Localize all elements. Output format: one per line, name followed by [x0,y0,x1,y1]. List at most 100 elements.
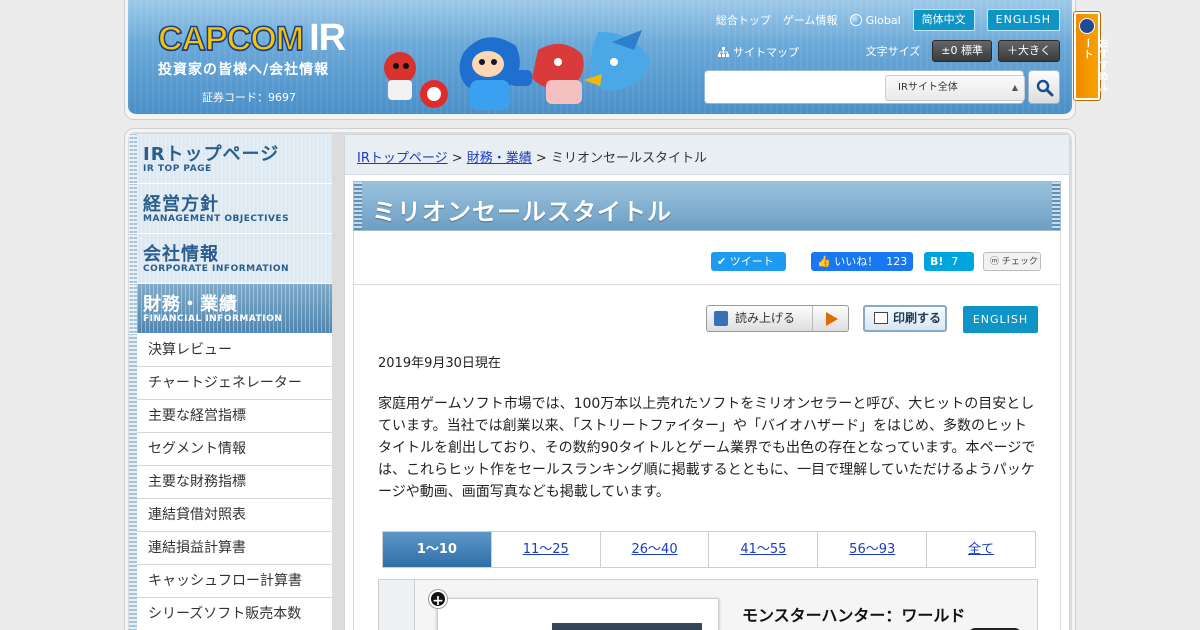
breadcrumb-separator: > [531,151,551,166]
thumbs-up-icon: 👍 [817,255,835,268]
sidebar-item-income-statement[interactable]: 連結損益計算書 [137,532,332,565]
printer-icon [874,312,888,324]
mixi-icon: ⓜ [990,257,1002,267]
breadcrumb-separator: > [447,151,467,166]
search-scope-value: IRサイト全体 [898,82,958,93]
top-navigation: 総合トップ ゲーム情報 Global 简体中文 ENGLISH [716,9,1060,31]
nav-games-link[interactable]: ゲーム情報 [783,12,838,28]
speaker-icon [714,311,728,326]
facebook-like-button[interactable]: 👍 いいね！ 123 [811,252,913,271]
tab-rank-41-55[interactable]: 41～55 [709,532,819,567]
site-header: CAPCOM IR 投資家の皆様へ/会社情報 証券コード：9697 総合トップ ゲ… [128,0,1072,114]
search-button[interactable] [1028,70,1060,104]
capcom-ir-logo[interactable]: CAPCOM IR 投資家の皆様へ/会社情報 証券コード：9697 [157,19,346,105]
sidebar-section-subtitle: IR TOP PAGE [143,164,212,174]
sidebar-item-series-sales[interactable]: シリーズソフト販売本数 [137,598,332,630]
stock-code: 証券コード：9697 [202,91,296,104]
tab-rank-all[interactable]: 全て [927,532,1035,567]
play-icon [812,306,848,331]
tab-rank-11-25[interactable]: 11～25 [491,532,601,567]
expand-plus-icon[interactable]: + [429,590,447,609]
print-button[interactable]: 印刷する [863,305,947,332]
font-size-label: 文字サイズ [865,45,921,58]
tweet-button[interactable]: ✔ ツイート [711,252,786,271]
english-button[interactable]: ENGLISH [986,9,1060,31]
game-title: モンスターハンター：ワールド [742,606,966,625]
recommend-label: おすすめルート [1081,38,1107,93]
font-standard-button[interactable]: ±0 標準 [932,40,992,62]
font-size-controls: 文字サイズ ±0 標準 ＋大きく [866,40,1060,62]
nav-global-label: Global [865,13,901,27]
breadcrumb-bar: IRトップページ > 財務・業績 > ミリオンセールスタイトル [345,135,1069,175]
mixi-label: チェック [1001,257,1038,267]
globe-icon [849,13,862,26]
sidebar-item-financial-indicators[interactable]: 主要な財務指標 [137,466,332,499]
sidebar-item-cash-flow[interactable]: キャッシュフロー計算書 [137,565,332,598]
tab-rank-26-40[interactable]: 26～40 [600,532,710,567]
sidebar-submenu: 決算レビュー チャートジェネレーター 主要な経営指標 セグメント情報 主要な財務… [129,334,332,630]
mascot-illustration [384,30,650,110]
mixi-check-button[interactable]: ⓜ チェック [983,252,1041,271]
sidebar-section-title: 経営方針 [143,194,219,215]
game-package-frame[interactable] [437,598,719,630]
breadcrumb-current: ミリオンセールスタイトル [550,151,707,166]
page-title-bar: ミリオンセールスタイトル [353,181,1061,231]
like-label: いいね！ [834,255,879,268]
game-package-image [552,623,702,630]
breadcrumb-home-link[interactable]: IRトップページ [357,151,448,166]
sidebar-item-segment[interactable]: セグメント情報 [137,433,332,466]
sitemap-label: サイトマップ [733,46,799,59]
tab-rank-56-93[interactable]: 56～93 [818,532,928,567]
content-area: 読み上げる 印刷する ENGLISH 2019年9月30日現在 家庭用ゲームソフ… [353,285,1061,630]
sidebar-section-corporate[interactable]: 会社情報 CORPORATE INFORMATION [129,234,332,284]
sidebar-section-title: 財務・業績 [143,294,238,315]
sitemap-icon [718,47,729,57]
site-search: IRサイト全体 ▲ [704,70,1060,104]
chinese-button[interactable]: 简体中文 [912,9,975,31]
nav-global-link[interactable]: Global [849,13,901,27]
nav-top-link[interactable]: 総合トップ [716,12,771,28]
sidebar: IRトップページ IR TOP PAGE 経営方針 MANAGEMENT OBJ… [129,134,332,630]
font-large-button[interactable]: ＋大きく [998,40,1060,62]
game-card: + モンスターハンター：ワールド [378,579,1038,630]
recommend-icon [1079,18,1095,34]
social-share-row: ✔ ツイート 👍 いいね！ 123 B! 7 ⓜ チェック [353,231,1061,285]
tweet-label: ツイート [729,255,774,268]
tab-rank-1-10[interactable]: 1～10 [383,532,492,567]
search-icon [1036,79,1054,97]
read-aloud-label: 読み上げる [735,311,796,325]
sidebar-section-title: 会社情報 [143,244,219,265]
sitemap-link[interactable]: サイトマップ [718,44,799,60]
sidebar-section-subtitle: CORPORATE INFORMATION [143,264,290,274]
sidebar-section-financial[interactable]: 財務・業績 FINANCIAL INFORMATION [129,284,332,334]
as-of-date: 2019年9月30日現在 [378,356,501,371]
hatena-label: B! [930,255,944,268]
main-content: IRトップページ > 財務・業績 > ミリオンセールスタイトル ミリオンセールス… [344,134,1070,630]
sidebar-item-earnings-review[interactable]: 決算レビュー [137,334,332,367]
page-title: ミリオンセールスタイトル [372,198,672,226]
search-scope-select[interactable]: IRサイト全体 ▲ [885,75,1025,101]
sidebar-section-subtitle: MANAGEMENT OBJECTIVES [143,214,290,224]
search-box: IRサイト全体 ▲ [704,70,1025,104]
bird-icon: ✔ [717,255,730,268]
recommend-route-tab[interactable]: おすすめルート [1073,11,1107,101]
breadcrumb: IRトップページ > 財務・業績 > ミリオンセールスタイトル [357,147,707,166]
search-input[interactable] [711,76,881,98]
sidebar-section-ir-top[interactable]: IRトップページ IR TOP PAGE [129,134,332,184]
like-count: 123 [886,255,908,268]
updown-arrow-icon: ▲ [1011,83,1018,92]
read-aloud-button[interactable]: 読み上げる [706,305,849,332]
rank-cell [379,580,415,630]
sidebar-item-chart-generator[interactable]: チャートジェネレーター [137,367,332,400]
hatena-count: 7 [951,255,959,268]
english-page-button[interactable]: ENGLISH [963,306,1038,333]
sidebar-section-subtitle: FINANCIAL INFORMATION [143,314,283,324]
sidebar-item-key-indicators[interactable]: 主要な経営指標 [137,400,332,433]
intro-description: 家庭用ゲームソフト市場では、100万本以上売れたソフトをミリオンセラーと呼び、大… [378,396,1036,500]
ranking-tabs: 1～10 11～25 26～40 41～55 56～93 全て [382,531,1036,568]
sidebar-item-balance-sheet[interactable]: 連結貸借対照表 [137,499,332,532]
sidebar-section-management[interactable]: 経営方針 MANAGEMENT OBJECTIVES [129,184,332,234]
breadcrumb-section-link[interactable]: 財務・業績 [467,151,532,166]
print-label: 印刷する [893,311,942,325]
hatena-bookmark-button[interactable]: B! 7 [924,252,974,271]
